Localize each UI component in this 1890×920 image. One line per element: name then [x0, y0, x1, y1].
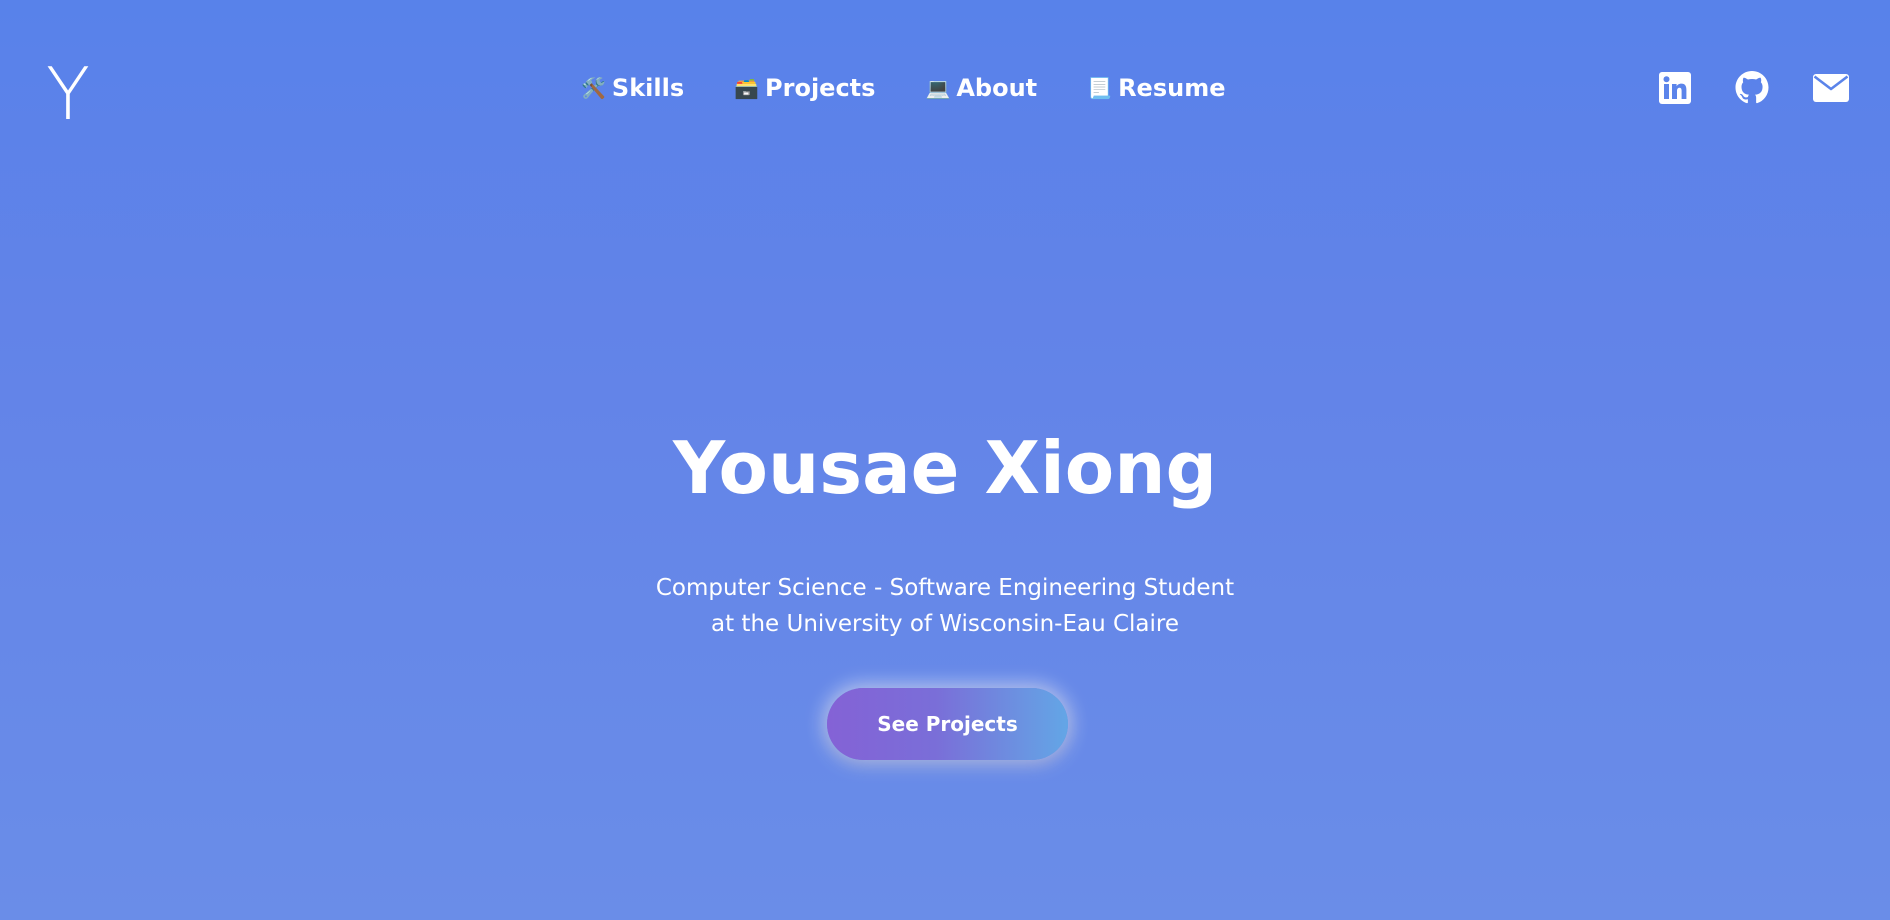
nav-item-label: Resume [1118, 74, 1226, 102]
github-link[interactable] [1735, 71, 1769, 104]
nav-item-resume[interactable]: 📃 Resume [1087, 74, 1225, 102]
email-link[interactable] [1813, 73, 1849, 102]
social-links [1659, 71, 1849, 104]
hero-subtitle: Computer Science - Software Engineering … [655, 575, 1235, 637]
nav-item-label: Projects [765, 74, 876, 102]
nav-item-label: Skills [611, 74, 685, 102]
linkedin-icon [1659, 71, 1691, 104]
card-file-box-icon: 🗃️ [734, 76, 760, 100]
see-projects-button[interactable]: See Projects [827, 688, 1068, 760]
nav-item-skills[interactable]: 🛠️ Skills [581, 74, 684, 102]
page-curl-icon: 📃 [1087, 76, 1113, 100]
laptop-icon: 💻 [925, 76, 951, 100]
linkedin-link[interactable] [1659, 71, 1691, 104]
hammer-wrench-icon: 🛠️ [581, 76, 606, 100]
hero-title: Yousae Xiong [672, 426, 1218, 510]
nav-item-projects[interactable]: 🗃️ Projects [734, 74, 875, 102]
github-icon [1735, 71, 1769, 104]
nav-item-about[interactable]: 💻 About [925, 74, 1037, 102]
envelope-icon [1813, 73, 1849, 102]
nav-item-label: About [956, 74, 1038, 102]
main-nav: 🛠️ Skills 🗃️ Projects 💻 About 📃 Resume [581, 74, 1225, 102]
site-logo[interactable]: Y [46, 58, 90, 130]
